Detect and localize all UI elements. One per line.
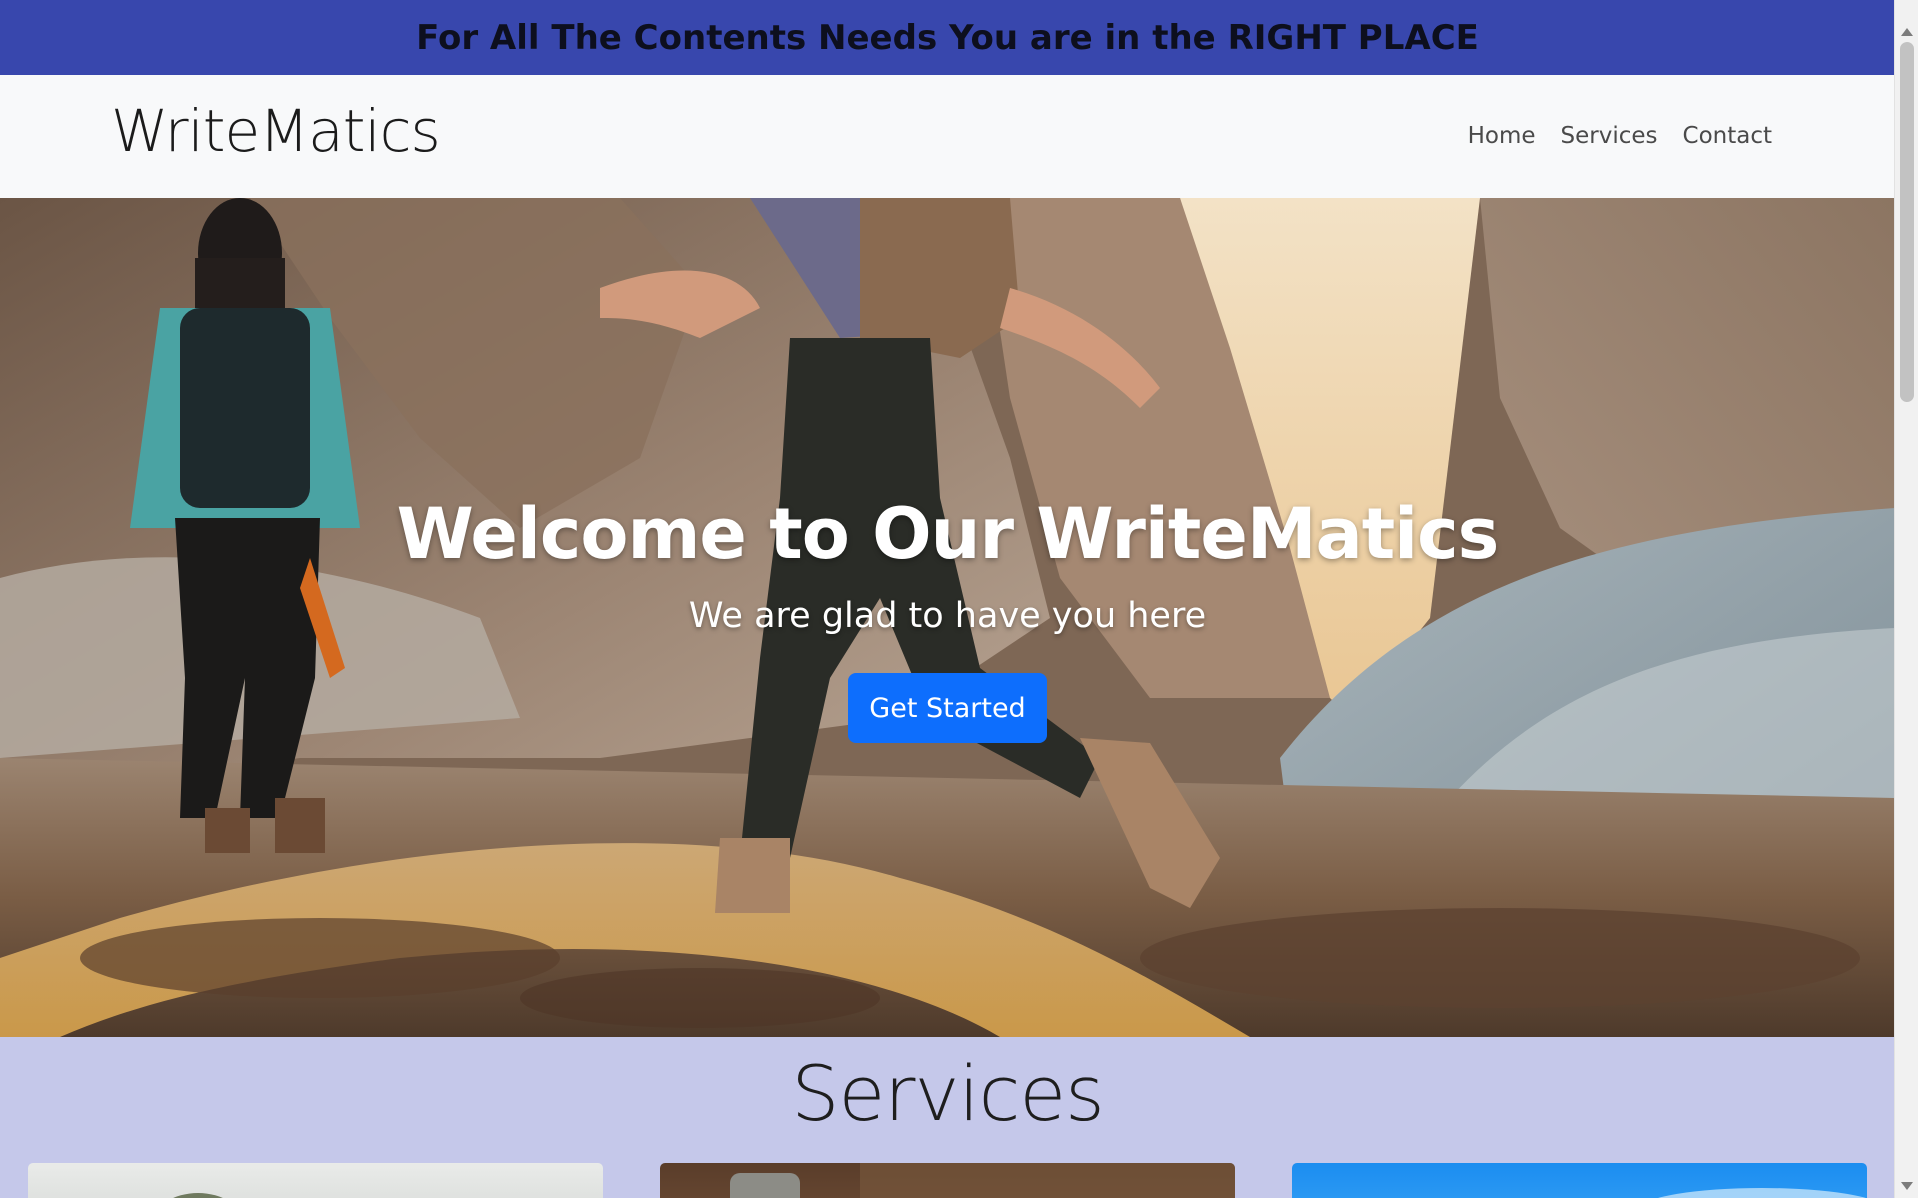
navbar: WriteMatics Home Services Contact — [0, 75, 1895, 198]
scrollbar-thumb[interactable] — [1900, 42, 1914, 402]
hero-title: Welcome to Our WriteMatics — [396, 493, 1500, 575]
hero-content: Welcome to Our WriteMatics We are glad t… — [0, 198, 1895, 1037]
service-card-2-thumbnail — [730, 1163, 1235, 1198]
page: For All The Contents Needs You are in th… — [0, 0, 1918, 1198]
service-card-1-image[interactable] — [28, 1163, 603, 1198]
service-card-1-thumbnail — [173, 1193, 223, 1198]
service-card-2-image[interactable] — [660, 1163, 1235, 1198]
hero-subtitle: We are glad to have you here — [688, 596, 1207, 636]
service-card-3-image[interactable] — [1292, 1163, 1867, 1198]
nav-link-contact[interactable]: Contact — [1683, 123, 1772, 149]
brand-logo[interactable]: WriteMatics — [111, 97, 441, 165]
nav-links: Home Services Contact — [1468, 123, 1772, 149]
hero-section: Welcome to Our WriteMatics We are glad t… — [0, 198, 1895, 1037]
scroll-down-arrow-icon[interactable] — [1901, 1182, 1913, 1190]
get-started-button[interactable]: Get Started — [848, 673, 1047, 743]
vertical-scrollbar[interactable] — [1894, 0, 1918, 1198]
scroll-up-arrow-icon[interactable] — [1901, 28, 1913, 36]
top-banner: For All The Contents Needs You are in th… — [0, 0, 1895, 75]
nav-link-home[interactable]: Home — [1468, 123, 1536, 149]
nav-link-services[interactable]: Services — [1561, 123, 1658, 149]
service-card-3-thumbnail — [1658, 1188, 1866, 1198]
services-section: Services — [0, 1037, 1895, 1198]
services-heading: Services — [791, 1049, 1104, 1138]
page-content: For All The Contents Needs You are in th… — [0, 0, 1895, 1198]
banner-text: For All The Contents Needs You are in th… — [416, 17, 1479, 58]
